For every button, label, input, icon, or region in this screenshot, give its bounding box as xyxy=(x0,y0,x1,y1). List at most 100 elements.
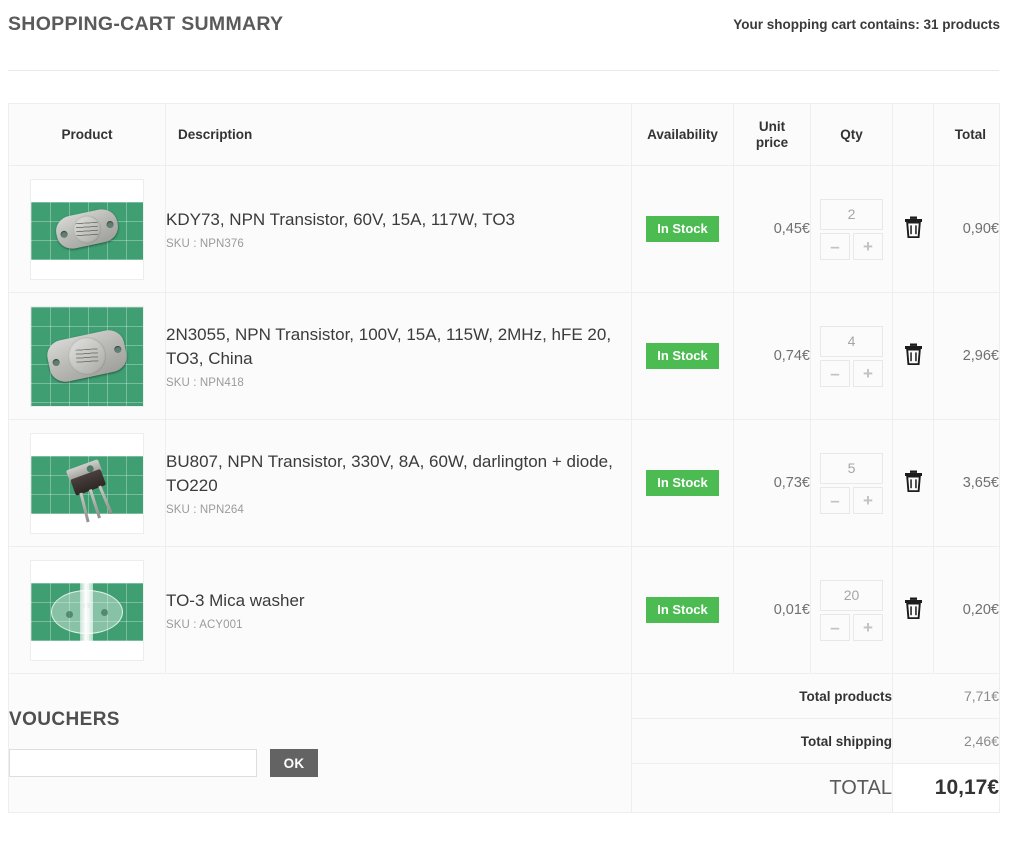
column-header-description: Description xyxy=(165,103,632,166)
quantity-stepper: – + xyxy=(820,579,883,641)
voucher-form: OK xyxy=(9,749,631,777)
product-image-to220-bu807[interactable] xyxy=(30,432,144,534)
total-products-value: 7,71€ xyxy=(892,673,1000,719)
quantity-stepper: – + xyxy=(820,198,883,260)
quantity-cell: – + xyxy=(810,292,893,420)
column-header-unit-price: Unit price xyxy=(733,103,811,166)
status-badge: In Stock xyxy=(646,597,719,623)
column-header-qty: Qty xyxy=(810,103,893,166)
washer-hole-1 xyxy=(66,610,73,618)
unit-price-line-2: price xyxy=(755,134,789,150)
vouchers-panel: VOUCHERS OK xyxy=(8,673,632,813)
table-row: 2N3055, NPN Transistor, 100V, 15A, 115W,… xyxy=(8,292,1000,420)
delete-cell xyxy=(892,292,934,420)
availability-cell: In Stock xyxy=(631,546,734,674)
status-badge: In Stock xyxy=(646,343,719,369)
quantity-increase-button[interactable]: + xyxy=(853,359,883,387)
quantity-input[interactable] xyxy=(820,198,883,230)
quantity-cell: – + xyxy=(810,419,893,547)
line-total: 0,90€ xyxy=(933,165,1000,293)
status-badge: In Stock xyxy=(646,216,719,242)
quantity-buttons: – + xyxy=(820,359,883,387)
quantity-decrease-button[interactable]: – xyxy=(820,359,850,387)
cart-table: Product Description Availability Unit pr… xyxy=(8,103,1000,813)
quantity-increase-button[interactable]: + xyxy=(853,486,883,514)
product-image-mica-washer[interactable] xyxy=(30,559,144,661)
grand-total-value: 10,17€ xyxy=(892,763,1000,813)
cart-table-body: KDY73, NPN Transistor, 60V, 15A, 117W, T… xyxy=(8,165,1000,813)
voucher-submit-button[interactable]: OK xyxy=(270,749,318,777)
quantity-input[interactable] xyxy=(820,579,883,611)
trash-icon[interactable] xyxy=(904,470,923,492)
column-header-total: Total xyxy=(933,103,1000,166)
trash-icon[interactable] xyxy=(904,343,923,365)
table-header-row: Product Description Availability Unit pr… xyxy=(8,103,1000,166)
mount-hole-left xyxy=(52,358,61,367)
product-description-cell: 2N3055, NPN Transistor, 100V, 15A, 115W,… xyxy=(165,292,632,420)
product-sku: SKU : ACY001 xyxy=(166,619,243,632)
delete-cell xyxy=(892,419,934,547)
product-name[interactable]: BU807, NPN Transistor, 330V, 8A, 60W, da… xyxy=(166,450,631,496)
quantity-buttons: – + xyxy=(820,232,883,260)
product-thumbnail-cell xyxy=(8,292,166,420)
summary-row-total-products: VOUCHERS OK Total products 7,71€ xyxy=(8,673,1000,813)
unit-price: 0,01€ xyxy=(733,546,811,674)
unit-price: 0,45€ xyxy=(733,165,811,293)
product-description-cell: TO-3 Mica washer SKU : ACY001 xyxy=(165,546,632,674)
line-total: 0,20€ xyxy=(933,546,1000,674)
line-total: 2,96€ xyxy=(933,292,1000,420)
product-name[interactable]: KDY73, NPN Transistor, 60V, 15A, 117W, T… xyxy=(166,208,631,231)
product-name[interactable]: 2N3055, NPN Transistor, 100V, 15A, 115W,… xyxy=(166,323,631,369)
quantity-stepper: – + xyxy=(820,452,883,514)
mount-hole-left xyxy=(59,229,69,239)
total-products-label: Total products xyxy=(631,673,893,719)
line-total: 3,65€ xyxy=(933,419,1000,547)
column-header-actions xyxy=(892,103,934,166)
status-badge: In Stock xyxy=(646,470,719,496)
product-image-to3-kdy73[interactable] xyxy=(30,178,144,280)
grand-total-label: TOTAL xyxy=(631,763,893,813)
quantity-input[interactable] xyxy=(820,325,883,357)
product-name[interactable]: TO-3 Mica washer xyxy=(166,589,631,612)
quantity-decrease-button[interactable]: – xyxy=(820,613,850,641)
quantity-decrease-button[interactable]: – xyxy=(820,232,850,260)
quantity-increase-button[interactable]: + xyxy=(853,232,883,260)
part-marking xyxy=(75,348,99,364)
availability-cell: In Stock xyxy=(631,292,734,420)
quantity-cell: – + xyxy=(810,165,893,293)
total-shipping-value: 2,46€ xyxy=(892,718,1000,764)
unit-price: 0,73€ xyxy=(733,419,811,547)
total-shipping-label: Total shipping xyxy=(631,718,893,764)
delete-cell xyxy=(892,546,934,674)
mount-hole-right xyxy=(105,219,115,229)
product-sku: SKU : NPN376 xyxy=(166,238,244,251)
delete-cell xyxy=(892,165,934,293)
table-row: KDY73, NPN Transistor, 60V, 15A, 117W, T… xyxy=(8,165,1000,293)
quantity-stepper: – + xyxy=(820,325,883,387)
cart-item-count: Your shopping cart contains: 31 products xyxy=(733,17,1000,32)
voucher-code-input[interactable] xyxy=(9,749,257,777)
quantity-decrease-button[interactable]: – xyxy=(820,486,850,514)
mica-washer-graphic xyxy=(51,581,123,644)
quantity-buttons: – + xyxy=(820,486,883,514)
product-description-cell: BU807, NPN Transistor, 330V, 8A, 60W, da… xyxy=(165,419,632,547)
cart-table-header: Product Description Availability Unit pr… xyxy=(8,103,1000,166)
availability-cell: In Stock xyxy=(631,419,734,547)
quantity-increase-button[interactable]: + xyxy=(853,613,883,641)
unit-price-line-1: Unit xyxy=(758,119,786,135)
trash-icon[interactable] xyxy=(904,216,923,238)
product-sku: SKU : NPN418 xyxy=(166,376,244,389)
column-header-product: Product xyxy=(8,103,166,166)
table-row: BU807, NPN Transistor, 330V, 8A, 60W, da… xyxy=(8,419,1000,547)
washer-hole-2 xyxy=(101,608,108,616)
header-divider xyxy=(8,70,999,71)
trash-icon[interactable] xyxy=(904,597,923,619)
page-title: SHOPPING-CART SUMMARY xyxy=(8,13,284,35)
quantity-input[interactable] xyxy=(820,452,883,484)
part-marking xyxy=(75,221,99,237)
mount-hole-right xyxy=(113,345,122,354)
product-image-to3-2n3055[interactable] xyxy=(30,305,144,407)
shopping-cart-page: SHOPPING-CART SUMMARY Your shopping cart… xyxy=(0,0,1024,842)
table-row: TO-3 Mica washer SKU : ACY001 In Stock 0… xyxy=(8,546,1000,674)
product-thumbnail-cell xyxy=(8,546,166,674)
